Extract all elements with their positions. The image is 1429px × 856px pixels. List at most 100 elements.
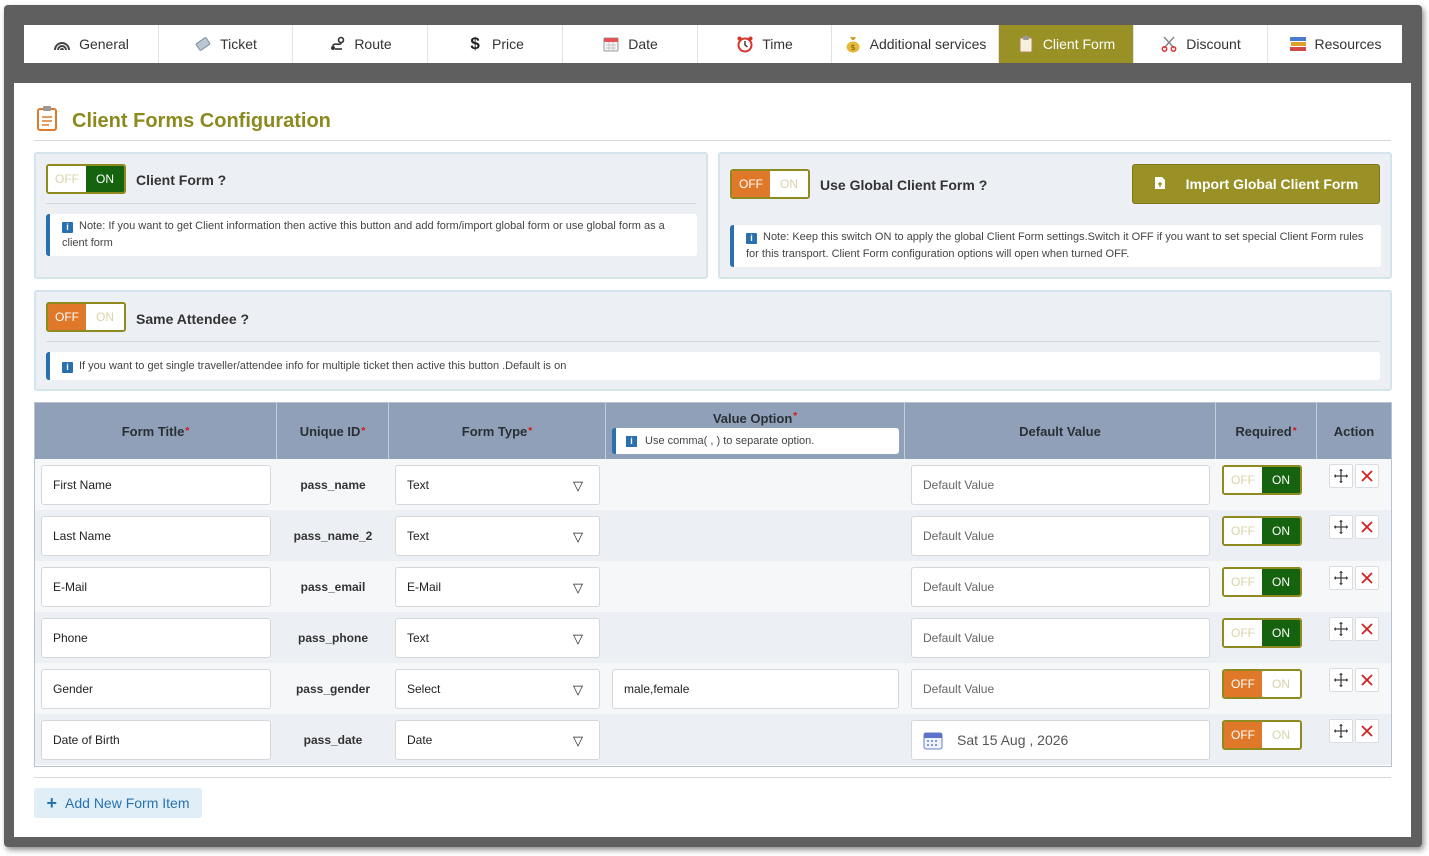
default-value-input[interactable]: Default Value <box>911 567 1210 607</box>
form-type-select[interactable]: Text ▽ <box>395 618 600 658</box>
toggle-on-label: ON <box>1262 467 1300 493</box>
file-import-icon <box>1154 176 1166 193</box>
tab-time[interactable]: Time <box>698 25 832 63</box>
tab-label: Discount <box>1186 36 1241 52</box>
default-date-value: Sat 15 Aug , 2026 <box>957 732 1069 748</box>
unique-id: pass_name_2 <box>293 528 373 543</box>
delete-close-icon[interactable] <box>1355 464 1379 488</box>
same-attendee-label: Same Attendee ? <box>136 311 250 327</box>
calendar-icon <box>923 730 943 750</box>
same-attendee-toggle[interactable]: OFF ON <box>46 302 126 332</box>
table-header: Form Title * Unique ID * Form Type * Value … <box>35 403 1391 459</box>
tab-label: Client Form <box>1042 36 1116 52</box>
default-date-input[interactable]: Sat 15 Aug , 2026 <box>911 720 1210 760</box>
dollar-icon: $ <box>470 34 480 53</box>
required-toggle[interactable]: OFF ON <box>1222 720 1302 750</box>
toggle-on-label: ON <box>86 304 124 330</box>
form-type-select[interactable]: Date ▽ <box>395 720 600 760</box>
note-text: Note: Keep this switch ON to apply the g… <box>746 231 1364 260</box>
value-option-value: male,female <box>624 682 690 696</box>
toggle-off-label: OFF <box>1224 671 1262 697</box>
drag-handle-move-icon[interactable] <box>1329 464 1353 488</box>
form-type-select[interactable]: Select ▽ <box>395 669 600 709</box>
value-option-input[interactable]: male,female <box>612 669 899 709</box>
toggle-on-label: ON <box>770 171 808 197</box>
toggle-off-label: OFF <box>1224 518 1262 544</box>
info-icon: i <box>626 435 637 447</box>
clipboard-icon <box>36 105 58 137</box>
delete-close-icon[interactable] <box>1355 617 1379 641</box>
delete-close-icon[interactable] <box>1355 668 1379 692</box>
required-toggle[interactable]: OFF ON <box>1222 516 1302 546</box>
drag-handle-move-icon[interactable] <box>1329 617 1353 641</box>
delete-close-icon[interactable] <box>1355 719 1379 743</box>
plus-icon: + <box>46 792 58 813</box>
divider <box>34 140 1391 141</box>
rainbow-icon <box>53 35 71 53</box>
delete-close-icon[interactable] <box>1355 566 1379 590</box>
same-attendee-note: i If you want to get single traveller/att… <box>46 352 1380 380</box>
form-title-input[interactable]: Date of Birth <box>41 720 271 760</box>
form-type-value: Text <box>407 631 430 645</box>
header-form-title: Form Title * <box>35 403 277 459</box>
required-toggle[interactable]: OFF ON <box>1222 567 1302 597</box>
tab-additional-services[interactable]: $ Additional services <box>832 25 999 63</box>
tab-ticket[interactable]: Ticket <box>159 25 293 63</box>
required-toggle[interactable]: OFF ON <box>1222 618 1302 648</box>
tab-discount[interactable]: Discount <box>1134 25 1268 63</box>
drag-handle-move-icon[interactable] <box>1329 566 1353 590</box>
global-form-label: Use Global Client Form ? <box>820 177 988 193</box>
import-global-form-button[interactable]: Import Global Client Form <box>1132 164 1380 204</box>
table-row: Last Name pass_name_2 Text ▽ Default Value OF… <box>35 510 1391 561</box>
form-title-input[interactable]: Gender <box>41 669 271 709</box>
tab-resources[interactable]: Resources <box>1268 25 1402 63</box>
unique-id: pass_phone <box>297 630 369 645</box>
form-title-input[interactable]: Last Name <box>41 516 271 556</box>
default-value-input[interactable]: Default Value <box>911 669 1210 709</box>
form-title-input[interactable]: First Name <box>41 465 271 505</box>
form-type-select[interactable]: Text ▽ <box>395 465 600 505</box>
add-new-form-item-button[interactable]: + Add New Form Item <box>34 788 202 818</box>
drag-handle-move-icon[interactable] <box>1329 668 1353 692</box>
tab-label: Ticket <box>220 36 257 52</box>
table-row: Phone pass_phone Text ▽ Default Value OFF ON <box>35 612 1391 663</box>
delete-close-icon[interactable] <box>1355 515 1379 539</box>
drag-handle-move-icon[interactable] <box>1329 515 1353 539</box>
client-form-label: Client Form ? <box>136 172 227 188</box>
form-type-select[interactable]: E-Mail ▽ <box>395 567 600 607</box>
global-form-toggle[interactable]: OFF ON <box>730 169 810 199</box>
note-text: Note: If you want to get Client informat… <box>62 220 665 249</box>
form-title-input[interactable]: Phone <box>41 618 271 658</box>
form-title-input[interactable]: E-Mail <box>41 567 271 607</box>
form-type-value: Text <box>407 478 430 492</box>
tab-label: General <box>79 36 129 52</box>
client-form-note: i Note: If you want to get Client informa… <box>46 214 697 256</box>
form-type-value: Date <box>407 733 433 747</box>
tab-general[interactable]: General <box>24 25 159 63</box>
clipboard-icon <box>1017 35 1035 53</box>
tab-price[interactable]: $ Price <box>428 25 563 63</box>
tab-label: Price <box>492 36 524 52</box>
header-form-type: Form Type * <box>389 403 606 459</box>
required-toggle[interactable]: OFF ON <box>1222 669 1302 699</box>
default-value-input[interactable]: Default Value <box>911 618 1210 658</box>
default-value-input[interactable]: Default Value <box>911 465 1210 505</box>
client-form-toggle[interactable]: OFF ON <box>46 164 126 194</box>
form-type-select[interactable]: Text ▽ <box>395 516 600 556</box>
form-items-table: Form Title * Unique ID * Form Type * Value … <box>34 402 1392 767</box>
table-row: Gender pass_gender Select ▽ male,female Defau… <box>35 663 1391 714</box>
form-title-value: Gender <box>53 682 94 696</box>
default-value-input[interactable]: Default Value <box>911 516 1210 556</box>
required-toggle[interactable]: OFF ON <box>1222 465 1302 495</box>
header-action: Action <box>1333 423 1375 439</box>
value-option-note-text: Use comma( , ) to separate option. <box>645 435 815 447</box>
toggle-off-label: OFF <box>1224 620 1262 646</box>
tab-client-form[interactable]: Client Form <box>999 25 1134 63</box>
drag-handle-move-icon[interactable] <box>1329 719 1353 743</box>
form-title-value: First Name <box>53 478 112 492</box>
divider <box>34 777 1391 778</box>
chevron-down-icon: ▽ <box>573 580 583 595</box>
form-type-value: E-Mail <box>407 580 442 594</box>
tab-route[interactable]: Route <box>293 25 428 63</box>
tab-date[interactable]: Date <box>563 25 698 63</box>
